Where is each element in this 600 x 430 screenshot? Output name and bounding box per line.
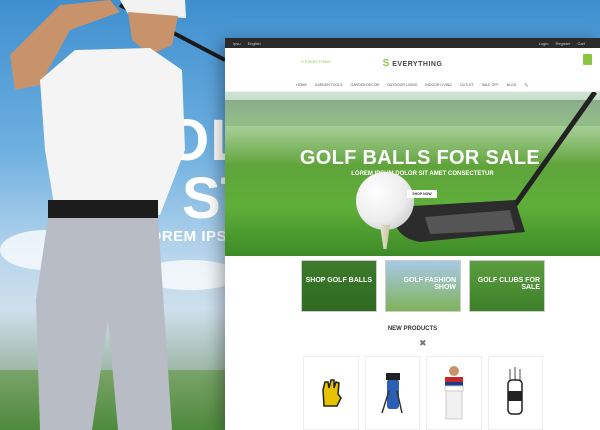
golf-ball-image bbox=[356, 172, 414, 230]
shop-now-button[interactable]: SHOP NOW bbox=[407, 190, 437, 198]
nav-outlet[interactable]: OUTLET bbox=[460, 83, 474, 87]
nav-outdoor-living[interactable]: OUTDOOR LIVING bbox=[387, 83, 417, 87]
golfer-shirt bbox=[40, 48, 185, 215]
category-golf-balls[interactable]: SHOP GOLF BALLS bbox=[301, 260, 377, 312]
product-card[interactable] bbox=[303, 356, 359, 430]
main-nav: HOME GARDEN TOOLS GARDEN DECOR OUTDOOR L… bbox=[225, 78, 600, 92]
product-card[interactable] bbox=[487, 356, 543, 430]
golfer-image bbox=[10, 0, 226, 430]
crossed-clubs-icon: ✖ bbox=[419, 338, 427, 348]
product-card[interactable] bbox=[426, 356, 482, 430]
product-card[interactable] bbox=[364, 356, 420, 430]
golf-cart-bag-icon bbox=[507, 367, 523, 415]
top-bar: Ipsu English Login Register Cart bbox=[225, 38, 600, 48]
register-link[interactable]: Register bbox=[556, 41, 571, 46]
category-golf-clubs[interactable]: GOLF CLUBS FOR SALE bbox=[469, 260, 545, 312]
product-list bbox=[303, 356, 543, 430]
category-label: SHOP GOLF BALLS bbox=[305, 277, 372, 284]
site-logo[interactable]: S EVERYTHING bbox=[383, 58, 443, 69]
cart-icon[interactable] bbox=[583, 54, 592, 65]
new-products-title: NEW PRODUCTS bbox=[387, 326, 438, 332]
golfer-belt bbox=[48, 200, 158, 218]
nav-indoor-living[interactable]: INDOOR LIVING bbox=[425, 83, 451, 87]
search-icon[interactable]: 🔍 bbox=[524, 83, 528, 87]
small-logo[interactable]: S EVERYTHING bbox=[301, 59, 331, 64]
cart-link[interactable]: Cart bbox=[577, 41, 585, 46]
login-link[interactable]: Login bbox=[539, 41, 549, 46]
nav-garden-decor[interactable]: GARDEN DECOR bbox=[350, 83, 379, 87]
hero-banner: GOLF BALLS FOR SALE LOREM IPSUM DOLOR SI… bbox=[225, 92, 600, 256]
nav-garden-tools[interactable]: GARDEN TOOLS bbox=[315, 83, 343, 87]
language-select[interactable]: Ipsu bbox=[233, 41, 241, 46]
hero-subtitle: LOREM IPSUM DOLOR SIT AMET CONSECTETUR bbox=[351, 171, 494, 177]
nav-blog[interactable]: BLOG bbox=[507, 83, 517, 87]
category-label: GOLF CLUBS FOR SALE bbox=[477, 277, 540, 292]
golf-glove-icon bbox=[321, 379, 342, 407]
category-label: GOLF FASHION SHOW bbox=[403, 277, 457, 292]
website-preview: Ipsu English Login Register Cart S EVERY… bbox=[225, 38, 600, 430]
category-tiles: SHOP GOLF BALLS GOLF FASHION SHOW GOLF C… bbox=[301, 260, 545, 312]
currency-select[interactable]: English bbox=[248, 41, 261, 46]
category-golf-fashion[interactable]: GOLF FASHION SHOW bbox=[385, 260, 461, 312]
site-header: S EVERYTHING S EVERYTHING bbox=[225, 48, 600, 78]
hero-title: GOLF BALLS FOR SALE bbox=[299, 147, 541, 169]
nav-sale-off[interactable]: SALE OFF bbox=[482, 83, 499, 87]
golfer-apparel-icon bbox=[444, 366, 464, 420]
nav-home[interactable]: HOME bbox=[296, 83, 307, 87]
golf-bag-icon bbox=[381, 373, 403, 414]
logo-mark: S bbox=[382, 57, 390, 69]
logo-text: EVERYTHING bbox=[392, 60, 443, 68]
golfer-trousers bbox=[36, 218, 172, 430]
